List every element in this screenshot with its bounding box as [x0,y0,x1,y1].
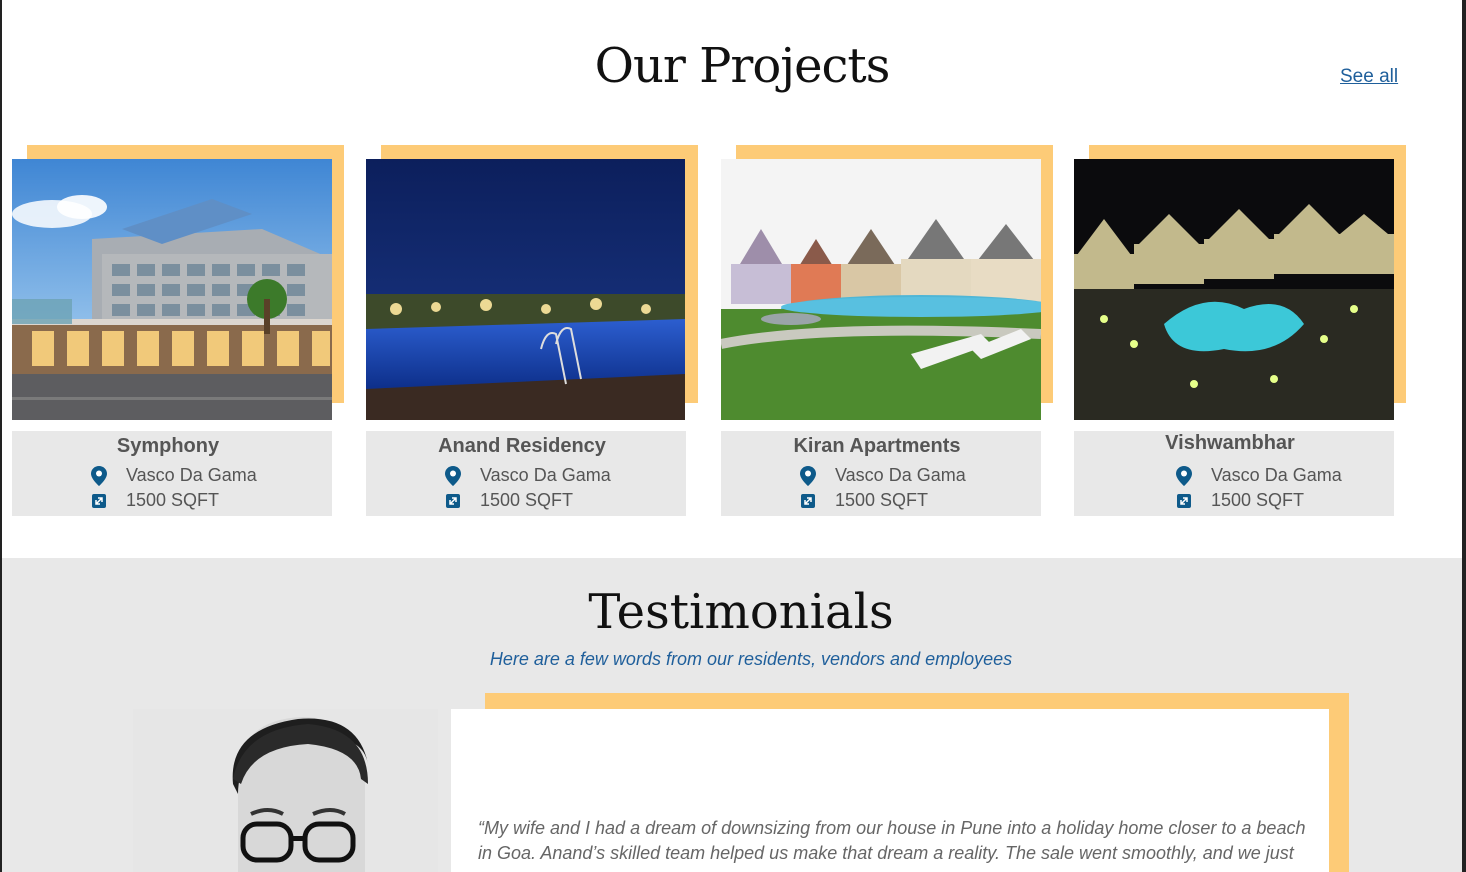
project-area-row: 1500 SQFT [444,490,573,511]
testimonial-avatar [133,709,438,872]
project-area: 1500 SQFT [126,490,220,510]
area-expand-icon [444,492,462,510]
project-info: Kiran Apartments Vasco Da Gama 1500 SQFT [721,431,1041,516]
project-name: Symphony [116,435,220,457]
project-card-vishwambhar[interactable]: Vishwambhar Vasco Da Gama 1500 SQFT [1074,145,1409,517]
window-border-right [1462,0,1466,872]
project-area-row: 1500 SQFT [1175,490,1304,511]
project-info: Symphony Vasco Da Gama 1500 SQFT [12,431,332,516]
project-name: Kiran Apartments [793,435,961,457]
window-border-left [0,0,2,872]
testimonials-section: Testimonials Here are a few words from o… [2,558,1462,872]
project-location: Vasco Da Gama [835,465,966,485]
project-location-row: Vasco Da Gama [1175,465,1342,486]
project-info: Vishwambhar Vasco Da Gama 1500 SQFT [1074,431,1394,516]
projects-title: Our Projects [594,38,891,94]
project-location: Vasco Da Gama [1211,465,1342,485]
project-location: Vasco Da Gama [126,465,257,485]
testimonial-quote: “My wife and I had a dream of downsizing… [478,818,1306,863]
projects-section: Our Projects See all Symphony Vasco Da G… [2,0,1462,558]
project-photo[interactable] [366,159,685,420]
project-location: Vasco Da Gama [480,465,611,485]
map-pin-icon [799,465,817,486]
project-info: Anand Residency Vasco Da Gama 1500 SQFT [366,431,686,516]
project-card-anand-residency[interactable]: Anand Residency Vasco Da Gama 1500 SQFT [366,145,701,517]
project-area-row: 1500 SQFT [90,490,219,511]
project-name: Anand Residency [438,435,606,457]
area-expand-icon [1175,492,1193,510]
project-photo[interactable] [721,159,1041,420]
project-location-row: Vasco Da Gama [444,465,611,486]
project-card-kiran-apartments[interactable]: Kiran Apartments Vasco Da Gama 1500 SQFT [721,145,1056,517]
area-expand-icon [799,492,817,510]
area-expand-icon [90,492,108,510]
map-pin-icon [1175,465,1193,486]
project-photo[interactable] [12,159,332,420]
map-pin-icon [444,465,462,486]
project-location-row: Vasco Da Gama [90,465,257,486]
testimonials-title: Testimonials [588,584,894,640]
project-name: Vishwambhar [1165,432,1295,454]
project-area: 1500 SQFT [480,490,574,510]
project-area-row: 1500 SQFT [799,490,928,511]
project-card-symphony[interactable]: Symphony Vasco Da Gama 1500 SQFT [12,145,347,517]
project-photo[interactable] [1074,159,1394,420]
testimonial-card: “My wife and I had a dream of downsizing… [451,709,1329,872]
see-all-link[interactable]: See all [1340,66,1398,88]
project-area: 1500 SQFT [1211,490,1305,510]
project-location-row: Vasco Da Gama [799,465,966,486]
project-area: 1500 SQFT [835,490,929,510]
testimonials-subtitle: Here are a few words from our residents,… [489,649,1013,669]
map-pin-icon [90,465,108,486]
